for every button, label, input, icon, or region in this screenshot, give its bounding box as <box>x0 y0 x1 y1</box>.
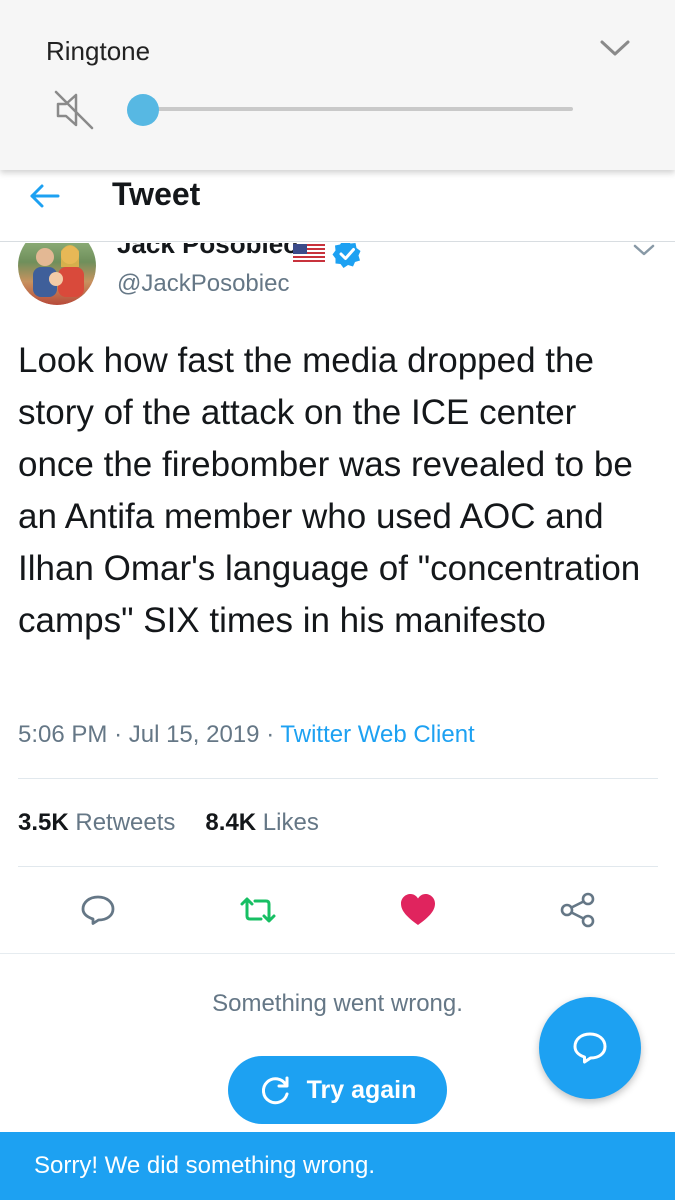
reply-bubble-icon <box>573 1032 607 1064</box>
divider <box>18 866 658 867</box>
retweets-stat[interactable]: 3.5K Retweets <box>18 809 175 836</box>
arrow-left-icon[interactable] <box>26 181 62 211</box>
share-button[interactable] <box>556 888 600 932</box>
tweet-time: 5:06 PM <box>18 721 108 748</box>
share-icon <box>560 892 595 928</box>
try-again-label: Try again <box>306 1075 417 1104</box>
snackbar: Sorry! We did something wrong. <box>0 1132 675 1200</box>
author-name[interactable]: Jack Posobiec <box>117 243 298 260</box>
verified-badge-icon <box>332 243 361 268</box>
speaker-muted-icon[interactable] <box>52 88 96 132</box>
compose-reply-fab[interactable] <box>539 997 641 1099</box>
us-flag-icon <box>293 244 325 262</box>
meta-separator: · <box>266 721 275 748</box>
author-handle[interactable]: @JackPosobiec <box>117 270 289 298</box>
volume-slider-thumb[interactable] <box>127 94 159 126</box>
like-button[interactable] <box>396 888 440 932</box>
page-title: Tweet <box>112 176 201 212</box>
reply-bubble-icon <box>81 895 115 925</box>
retweet-icon <box>240 897 276 923</box>
chevron-down-icon[interactable] <box>598 36 632 60</box>
divider <box>0 953 675 954</box>
retweet-button[interactable] <box>236 888 280 932</box>
retweets-count: 3.5K <box>18 809 69 836</box>
tweet-metadata: 5:06 PM · Jul 15, 2019 · Twitter Web Cli… <box>18 721 475 749</box>
heart-icon <box>401 894 435 925</box>
try-again-button[interactable]: Try again <box>228 1056 447 1124</box>
likes-count: 8.4K <box>205 809 257 836</box>
ringtone-title: Ringtone <box>46 36 151 66</box>
tweet-stats: 3.5K Retweets 8.4K Likes <box>18 809 319 837</box>
chevron-down-icon[interactable] <box>632 243 656 257</box>
meta-separator: · <box>114 721 123 748</box>
tweet-text: Look how fast the media dropped the stor… <box>18 341 641 640</box>
volume-slider-track[interactable] <box>143 107 573 111</box>
avatar[interactable] <box>18 243 96 305</box>
likes-label: Likes <box>262 809 319 836</box>
refresh-icon <box>261 1076 289 1105</box>
reply-button[interactable] <box>76 888 120 932</box>
app-header: Tweet <box>0 170 675 242</box>
tweet-detail: Jack Posobiec @JackPosobiec Look how fas… <box>0 243 675 953</box>
ringtone-volume-panel: Ringtone <box>0 0 675 170</box>
tweet-date: Jul 15, 2019 <box>128 721 260 748</box>
divider <box>18 778 658 779</box>
tweet-client-link[interactable]: Twitter Web Client <box>280 721 474 748</box>
retweets-label: Retweets <box>75 809 176 836</box>
snackbar-message: Sorry! We did something wrong. <box>34 1152 376 1179</box>
tweet-action-bar <box>0 888 675 938</box>
likes-stat[interactable]: 8.4K Likes <box>205 809 318 836</box>
